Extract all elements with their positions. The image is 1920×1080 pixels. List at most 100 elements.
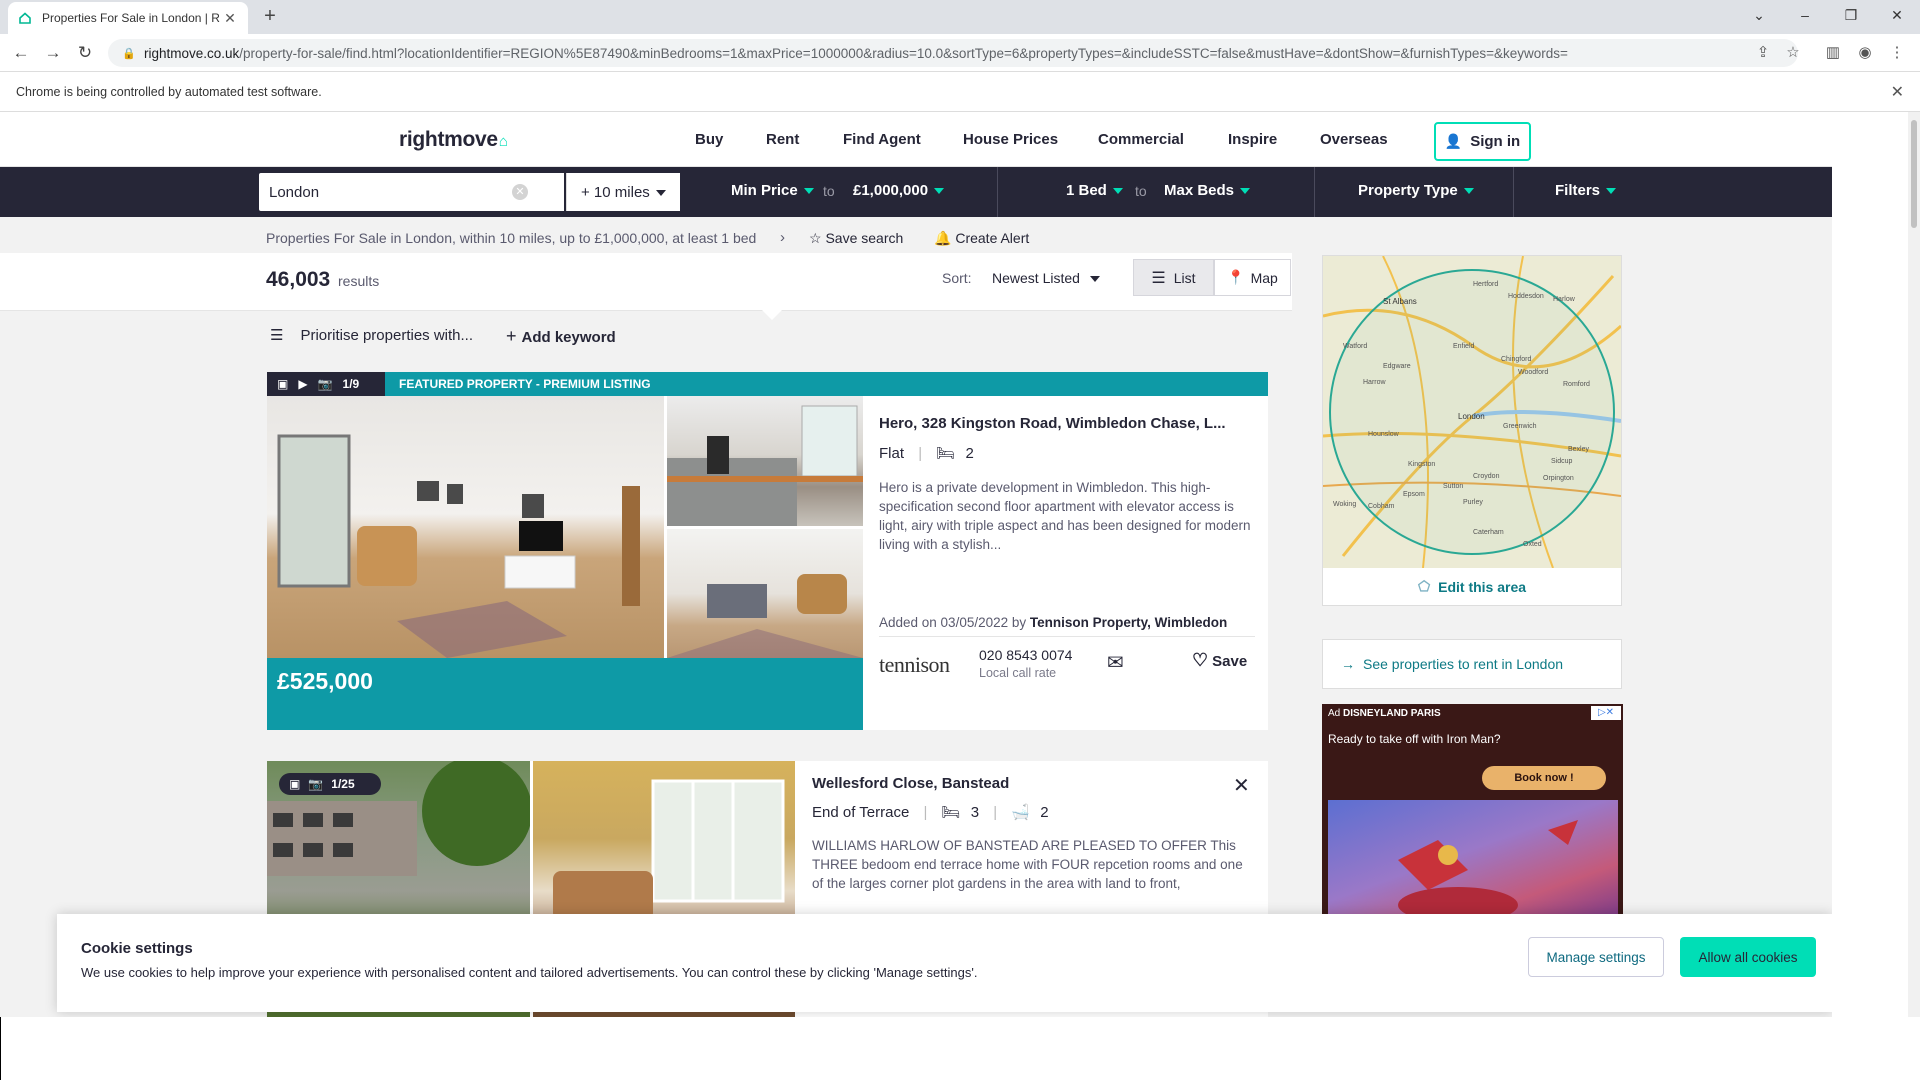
tab-close-icon[interactable]: ✕ (222, 10, 238, 27)
results-label: results (338, 273, 380, 289)
list-view-button[interactable]: ☰ List (1133, 259, 1214, 296)
minimize-button[interactable]: – (1782, 0, 1828, 30)
ad-book-button[interactable]: Book now ! (1482, 766, 1606, 790)
prioritise-label: Prioritise properties with... (300, 326, 474, 344)
max-price-select[interactable]: £1,000,000 (853, 182, 945, 199)
bed-icon: 🛏 (936, 445, 956, 462)
agent-logo[interactable]: tennison (879, 652, 967, 680)
camera-icon: 📷 (308, 777, 324, 791)
scrollbar-thumb[interactable] (1911, 120, 1917, 228)
map-label: Bexley (1568, 446, 1590, 453)
edit-area-button[interactable]: ⬠ Edit this area (1323, 568, 1621, 605)
bed-icon: 🛏 (941, 804, 961, 821)
photo-count: 1/9 (342, 377, 360, 391)
prioritise-filter[interactable]: ☰ Prioritise properties with... (270, 326, 474, 345)
map-label: Watford (1343, 343, 1367, 350)
min-beds-select[interactable]: 1 Bed (1066, 182, 1123, 199)
browser-tab[interactable]: Properties For Sale in London | R ✕ (8, 2, 248, 34)
advert[interactable]: Ad DISNEYLAND PARIS ▷✕ Ready to take off… (1322, 704, 1623, 914)
map-label: Kingston (1408, 461, 1435, 468)
floorplan-icon[interactable]: ▣ (277, 377, 288, 391)
meta-divider: | (923, 804, 928, 821)
map-image[interactable]: London St Albans Hertford Hoddesdon Harl… (1323, 256, 1621, 568)
filters-button[interactable]: Filters (1555, 182, 1617, 199)
property-title[interactable]: Hero, 328 Kingston Road, Wimbledon Chase… (879, 415, 1226, 432)
nav-find-agent[interactable]: Find Agent (843, 131, 921, 148)
min-beds-value: 1 Bed (1066, 182, 1107, 199)
window-bottom (0, 1017, 1920, 1080)
min-price-select[interactable]: Min Price (731, 182, 814, 199)
clear-location-icon[interactable]: ✕ (512, 184, 528, 200)
cookie-banner: Cookie settings We use cookies to help i… (57, 914, 1832, 1012)
share-icon[interactable]: ⇪ (1752, 42, 1774, 64)
property-meta: Flat | 🛏 2 (879, 444, 974, 462)
infobar-close-icon[interactable]: ✕ (1891, 82, 1904, 102)
save-property-button[interactable]: ♡ Save (1192, 650, 1247, 671)
map-label: Map (1250, 269, 1278, 286)
map-label: Greenwich (1503, 423, 1537, 430)
reload-icon[interactable]: ↻ (72, 40, 98, 66)
ad-artwork (1398, 820, 1578, 914)
property-photo-lounge[interactable] (667, 529, 863, 658)
media-controls: ▣ ▶ 📷 1/9 (267, 372, 385, 396)
nav-buy[interactable]: Buy (695, 131, 723, 148)
address-bar[interactable]: 🔒 rightmove.co.uk/property-for-sale/find… (108, 39, 1798, 67)
floorplan-icon[interactable]: ▣ (289, 777, 300, 791)
cookie-text: We use cookies to help improve your expe… (81, 965, 978, 980)
allow-all-cookies-button[interactable]: Allow all cookies (1680, 937, 1816, 977)
property-photo-main[interactable] (267, 396, 664, 658)
sign-in-label: Sign in (1470, 133, 1521, 150)
nav-commercial[interactable]: Commercial (1098, 131, 1184, 148)
new-tab-button[interactable]: + (258, 5, 282, 29)
property-title[interactable]: Wellesford Close, Banstead (812, 775, 1009, 792)
map-label: Purley (1463, 499, 1483, 506)
chrome-menu-icon[interactable]: ⋮ (1886, 42, 1908, 64)
map-label: Orpington (1543, 475, 1574, 482)
nav-house-prices[interactable]: House Prices (963, 131, 1058, 148)
property-photo-kitchen[interactable] (667, 396, 863, 526)
profile-icon[interactable]: ◉ (1854, 42, 1876, 64)
site-header: rightmove⌂ Buy Rent Find Agent House Pri… (0, 112, 1832, 167)
back-arrow-icon[interactable]: ← (8, 40, 34, 66)
max-beds-value: Max Beds (1164, 182, 1235, 199)
tab-search-icon[interactable]: ⌄ (1736, 0, 1782, 30)
maximize-button[interactable]: ❐ (1828, 0, 1874, 30)
bookmark-star-icon[interactable]: ☆ (1782, 42, 1804, 64)
rent-link[interactable]: → See properties to rent in London (1322, 639, 1622, 689)
sort-value: Newest Listed (992, 270, 1080, 286)
max-beds-select[interactable]: Max Beds (1164, 182, 1251, 199)
sort-select[interactable]: Newest Listed (992, 270, 1100, 286)
property-price: £525,000 (277, 668, 373, 694)
nav-rent[interactable]: Rent (766, 131, 799, 148)
map-view-button[interactable]: 📍 Map (1214, 259, 1291, 296)
map-label: Hertford (1473, 281, 1498, 288)
page-scrollbar[interactable] (1908, 112, 1920, 1017)
ad-choices-icon[interactable]: ▷✕ (1591, 706, 1621, 720)
agent-name: Tennison Property, Wimbledon (1029, 615, 1228, 630)
hide-property-close-icon[interactable]: ✕ (1233, 773, 1250, 798)
rightmove-logo[interactable]: rightmove⌂ (399, 128, 508, 152)
radius-select[interactable]: + 10 miles (566, 173, 680, 211)
divider (0, 1017, 1, 1080)
map-label: Hoddesdon (1508, 293, 1544, 300)
side-panel-icon[interactable]: ▥ (1822, 42, 1844, 64)
manage-settings-button[interactable]: Manage settings (1528, 937, 1664, 977)
create-alert-button[interactable]: 🔔 Create Alert (934, 230, 1029, 247)
automation-notice: Chrome is being controlled by automated … (16, 85, 322, 99)
email-agent-icon[interactable]: ✉ (1107, 650, 1124, 675)
save-label: Save (1212, 653, 1248, 670)
chevron-down-icon (1089, 276, 1100, 283)
agent-phone[interactable]: 020 8543 0074 (979, 647, 1072, 663)
sign-in-button[interactable]: 👤 Sign in (1434, 122, 1531, 161)
price-band: £525,000 (267, 658, 863, 730)
nav-inspire[interactable]: Inspire (1228, 131, 1277, 148)
property-description: Hero is a private development in Wimbled… (879, 480, 1251, 552)
window-close-button[interactable]: ✕ (1874, 0, 1920, 30)
forward-arrow-icon[interactable]: → (40, 40, 66, 66)
video-icon[interactable]: ▶ (298, 377, 307, 391)
property-card[interactable]: ▣ ▶ 📷 1/9 FEATURED PROPERTY - PREMIUM LI… (267, 372, 1268, 730)
property-type-select[interactable]: Property Type (1358, 182, 1474, 199)
save-search-button[interactable]: ☆ Save search (809, 230, 903, 247)
add-keyword-button[interactable]: + Add keyword (506, 326, 616, 347)
nav-overseas[interactable]: Overseas (1320, 131, 1388, 148)
